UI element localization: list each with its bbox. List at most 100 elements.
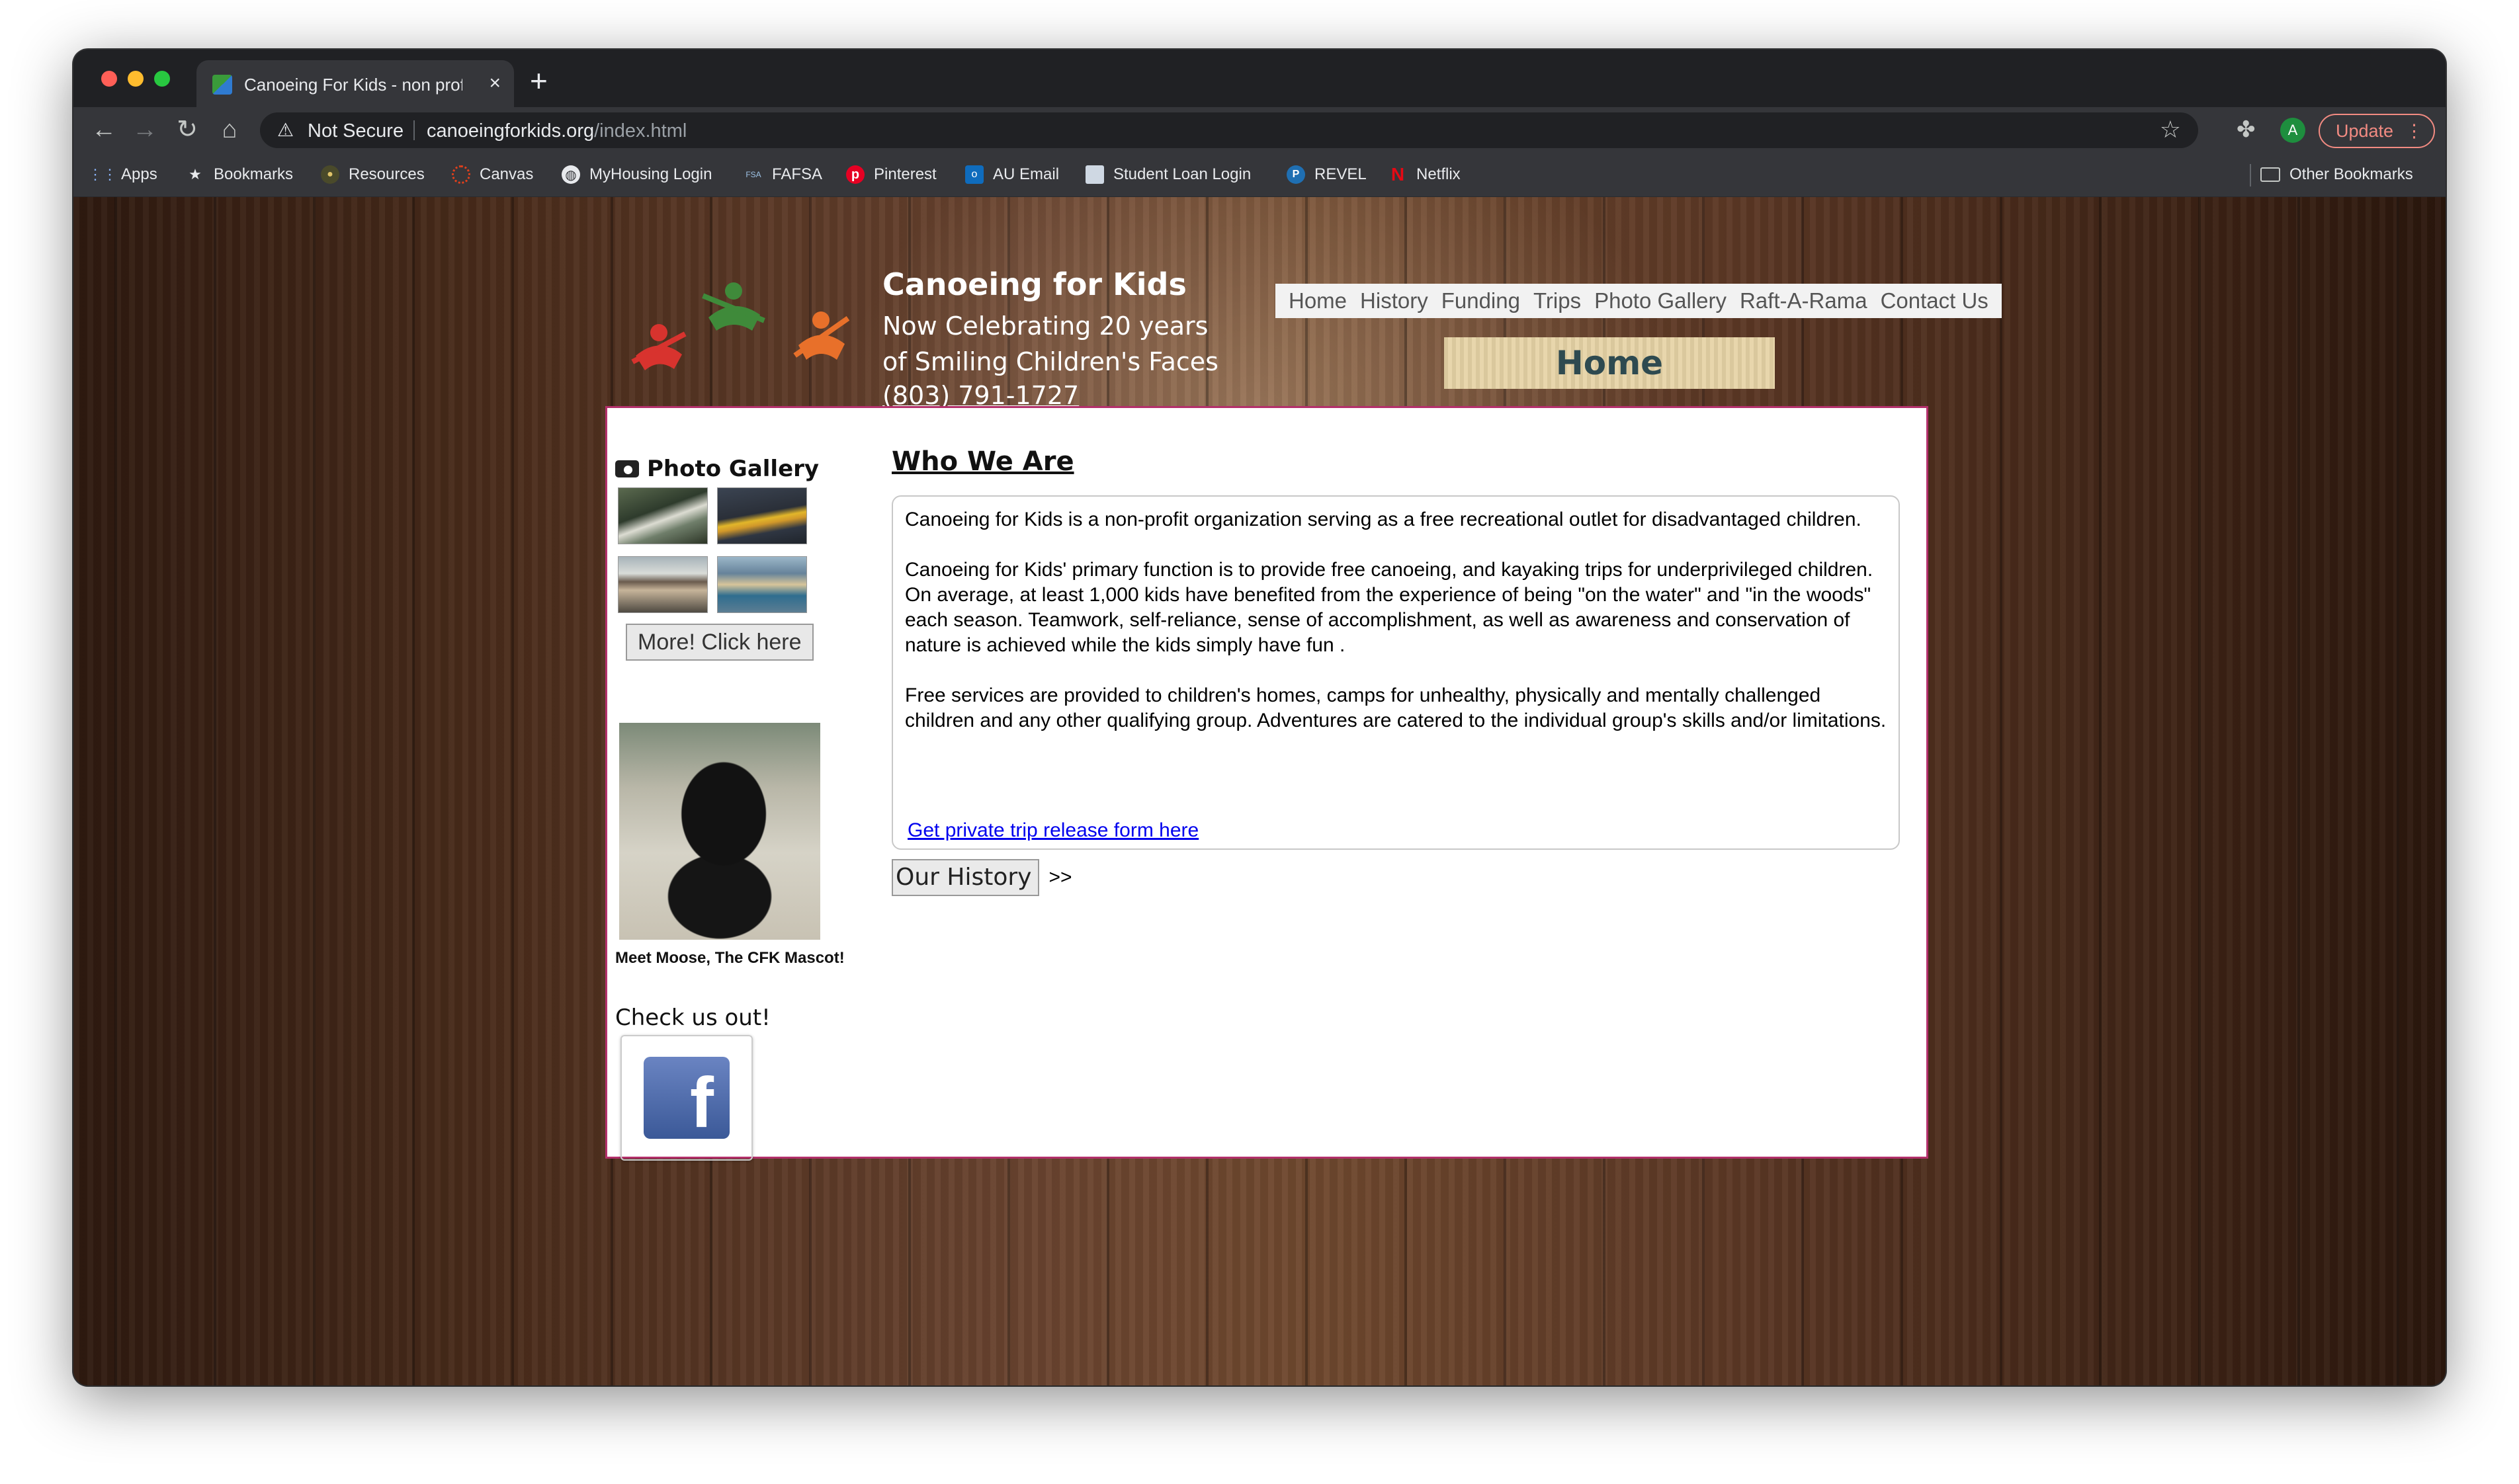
photo-gallery-heading: Photo Gallery (615, 454, 880, 483)
update-label: Update (2336, 121, 2394, 141)
resources-icon: ● (321, 165, 339, 184)
tab-title: Canoeing For Kids - non profit (244, 75, 462, 95)
release-form-link[interactable]: Get private trip release form here (908, 818, 1199, 843)
bookmark-label: FAFSA (772, 165, 823, 183)
site-title: Canoeing for Kids (882, 267, 1187, 302)
gallery-thumbnail[interactable] (618, 556, 708, 613)
about-paragraph: Canoeing for Kids' primary function is t… (905, 559, 1873, 656)
url-path: /index.html (594, 120, 687, 142)
bookmark-label: MyHousing Login (589, 165, 712, 183)
history-row: Our History >> (892, 859, 1904, 896)
nav-photo-gallery[interactable]: Photo Gallery (1594, 288, 1727, 313)
nav-funding[interactable]: Funding (1441, 288, 1520, 313)
section-heading: Who We Are (892, 446, 1074, 477)
photo-gallery-label: Photo Gallery (647, 456, 820, 482)
other-bookmarks-label: Other Bookmarks (2289, 165, 2413, 183)
bookmark-resources[interactable]: ● Resources (321, 163, 425, 186)
about-paragraph: Canoeing for Kids is a non-profit organi… (905, 509, 1861, 530)
url-text[interactable]: canoeingforkids.org/index.html (427, 120, 687, 142)
bookmark-bookmarks[interactable]: ★ Bookmarks (186, 163, 293, 186)
bookmark-label: Student Loan Login (1113, 165, 1252, 183)
bookmark-label: Netflix (1416, 165, 1461, 183)
bookmark-label: Apps (121, 165, 157, 183)
bookmark-au-email[interactable]: o AU Email (965, 163, 1059, 186)
nav-raft-a-rama[interactable]: Raft-A-Rama (1740, 288, 1867, 313)
gallery-thumbnail[interactable] (618, 487, 708, 544)
forward-arrow-icon[interactable]: → (128, 112, 162, 147)
kayaker-figures-logo (631, 282, 850, 370)
nav-home[interactable]: Home (1289, 288, 1347, 313)
address-divider (413, 120, 415, 140)
nav-contact-us[interactable]: Contact Us (1881, 288, 1988, 313)
our-history-button[interactable]: Our History (892, 859, 1040, 896)
site-favicon-icon (212, 75, 232, 95)
close-window-button[interactable] (101, 71, 117, 87)
camera-icon (615, 460, 639, 477)
browser-window: Canoeing For Kids - non profit × + ← → ↻… (73, 50, 2446, 1385)
about-text-box: Canoeing for Kids is a non-profit organi… (892, 495, 1900, 850)
current-page-banner: Home (1444, 337, 1775, 389)
warning-triangle-icon[interactable]: ⚠ (277, 119, 294, 142)
bookmark-label: Bookmarks (214, 165, 294, 183)
reload-icon[interactable]: ↻ (170, 112, 204, 147)
bookmark-label: Resources (349, 165, 425, 183)
history-arrows: >> (1048, 866, 1072, 888)
bookmark-pinterest[interactable]: p Pinterest (846, 163, 937, 186)
bookmark-myhousing[interactable]: ◍ MyHousing Login (562, 163, 712, 186)
more-photos-button[interactable]: More! Click here (626, 624, 814, 661)
bookmark-netflix[interactable]: N Netflix (1388, 163, 1461, 186)
bookmark-star-icon[interactable]: ☆ (2160, 116, 2181, 143)
apps-grid-icon: ⋮⋮ (88, 166, 117, 183)
content-panel: Photo Gallery More! Click here Meet Moos… (605, 406, 1928, 1161)
sidebar: Photo Gallery More! Click here Meet Moos… (615, 454, 880, 1161)
url-domain: canoeingforkids.org (427, 120, 595, 142)
update-button[interactable]: Update ⋮ (2319, 114, 2435, 148)
bookmark-student-loan[interactable]: Student Loan Login (1086, 163, 1251, 186)
bookmarks-divider (2250, 164, 2251, 186)
fafsa-icon: FSA (746, 170, 761, 179)
globe-icon: ◍ (562, 165, 580, 184)
back-arrow-icon[interactable]: ← (87, 112, 121, 147)
main-nav: Home History Funding Trips Photo Gallery… (1275, 284, 2002, 318)
bookmark-label: REVEL (1314, 165, 1367, 183)
nav-history[interactable]: History (1360, 288, 1428, 313)
tab-bar: Canoeing For Kids - non profit × + (73, 50, 2446, 107)
bookmark-apps[interactable]: ⋮⋮ Apps (88, 163, 157, 186)
tab-close-icon[interactable]: × (489, 72, 501, 95)
security-label[interactable]: Not Secure (308, 120, 404, 142)
nav-trips[interactable]: Trips (1533, 288, 1581, 313)
gallery-thumbnail[interactable] (717, 487, 807, 544)
about-paragraph: Free services are provided to children's… (905, 684, 1887, 731)
revel-icon: P (1287, 165, 1305, 184)
bookmark-canvas[interactable]: Canvas (452, 163, 533, 186)
bookmark-label: Pinterest (874, 165, 937, 183)
other-bookmarks[interactable]: Other Bookmarks (2260, 163, 2413, 186)
bookmark-label: AU Email (993, 165, 1060, 183)
netflix-icon: N (1390, 164, 1405, 185)
web-page: Canoeing for Kids Now Celebrating 20 yea… (73, 197, 2446, 1385)
extensions-puzzle-icon[interactable]: ✤ (2237, 116, 2256, 143)
browser-toolbar: ← → ↻ ⌂ ⚠ Not Secure canoeingforkids.org… (73, 107, 2446, 153)
kebab-menu-icon: ⋮ (2405, 121, 2423, 141)
bookmark-fafsa[interactable]: FSA FAFSA (744, 163, 822, 186)
profile-avatar[interactable]: A (2280, 118, 2305, 143)
new-tab-button[interactable]: + (530, 64, 548, 97)
gallery-thumbnail[interactable] (717, 556, 807, 613)
canvas-icon (452, 165, 470, 184)
pinterest-icon: p (846, 165, 865, 184)
zoom-window-button[interactable] (154, 71, 170, 87)
facebook-link[interactable]: f (620, 1035, 753, 1161)
bookmarks-bar: ⋮⋮ Apps ★ Bookmarks ● Resources Canvas ◍ MyH… (73, 153, 2446, 197)
folder-icon (2260, 167, 2280, 182)
site-tagline: Now Celebrating 20 years of Smiling Chil… (882, 311, 1218, 376)
browser-tab[interactable]: Canoeing For Kids - non profit × (196, 60, 514, 107)
bookmark-revel[interactable]: P REVEL (1287, 163, 1367, 186)
outlook-icon: o (965, 165, 984, 184)
facebook-icon: f (644, 1057, 730, 1139)
mascot-caption: Meet Moose, The CFK Mascot! (615, 949, 845, 967)
address-bar[interactable]: ⚠ Not Secure canoeingforkids.org/index.h… (260, 112, 2198, 148)
home-icon[interactable]: ⌂ (212, 112, 247, 147)
main-content: Who We Are Canoeing for Kids is a non-pr… (892, 446, 1904, 896)
gallery-thumbnails (615, 487, 820, 620)
minimize-window-button[interactable] (128, 71, 144, 87)
